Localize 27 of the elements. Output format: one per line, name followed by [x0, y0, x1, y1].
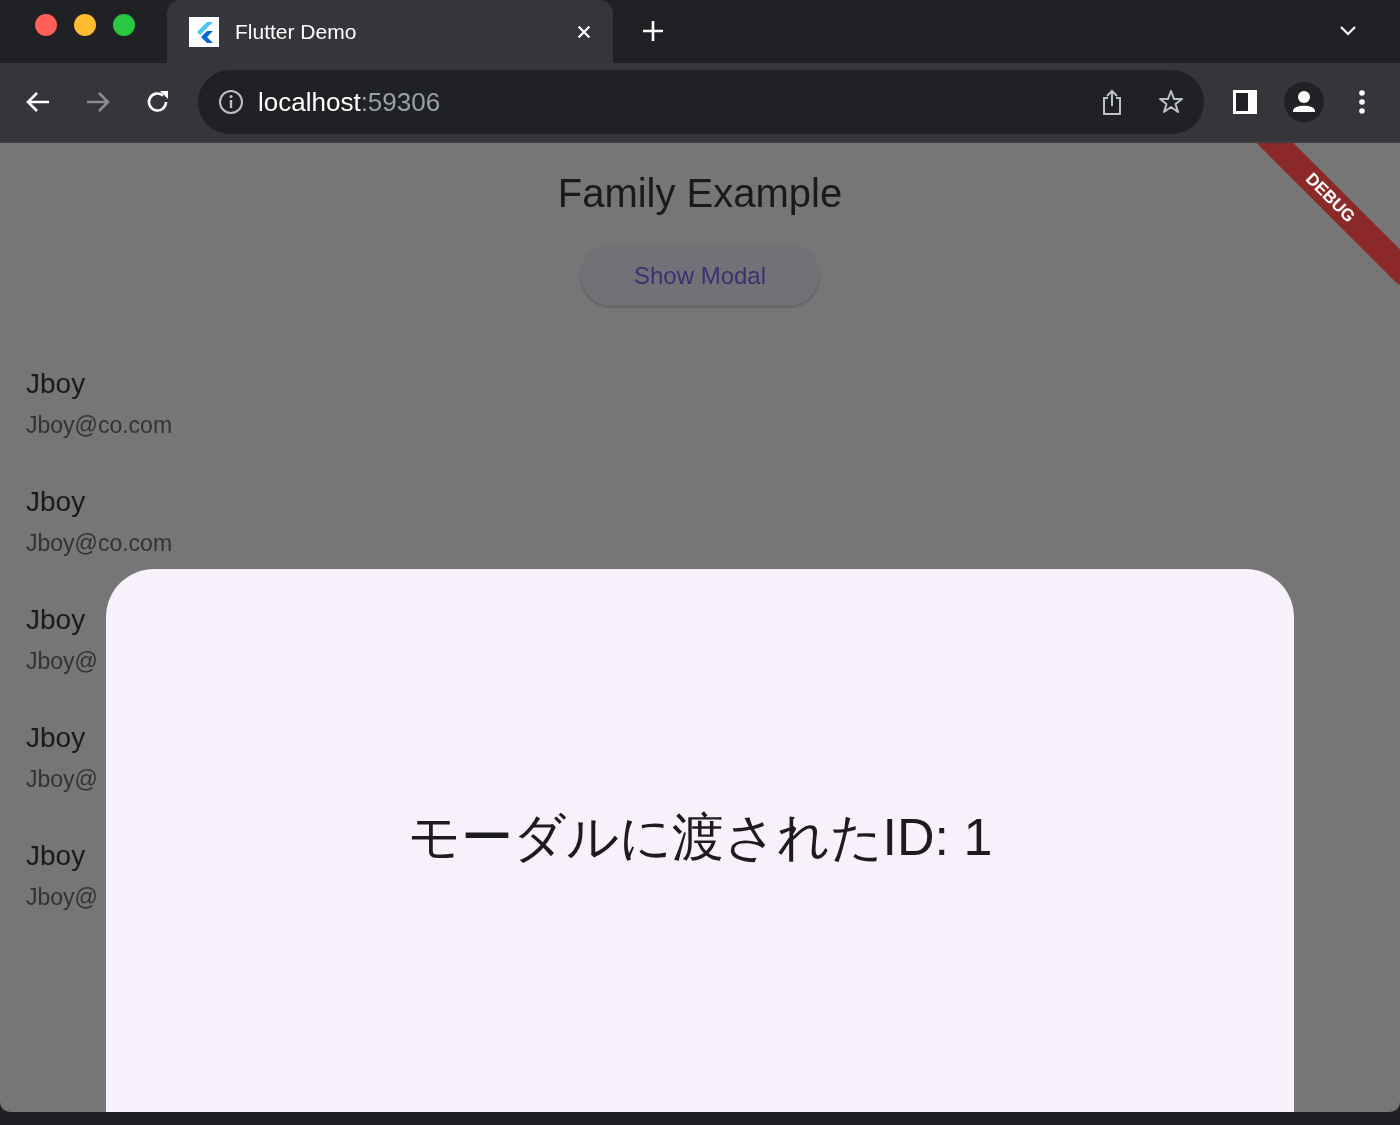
close-window-button[interactable] [35, 14, 57, 36]
modal-text: モーダルに渡されたID: 1 [407, 806, 993, 868]
new-tab-icon[interactable] [641, 19, 665, 43]
person-email: Jboy@ [26, 648, 98, 675]
person-name: Jboy [26, 368, 86, 400]
more-options-icon[interactable] [1358, 89, 1366, 115]
app-title: Family Example [557, 171, 843, 216]
url-text: localhost:59306 [258, 86, 441, 118]
browser-tab[interactable]: Flutter Demo [167, 0, 613, 63]
star-icon[interactable] [1158, 89, 1184, 115]
info-icon[interactable] [218, 89, 244, 115]
person-name: Jboy [26, 840, 86, 872]
person-email: Jboy@co.com [26, 412, 173, 439]
person-email: Jboy@co.com [26, 530, 173, 557]
side-panel-icon[interactable] [1232, 89, 1258, 115]
profile-icon[interactable] [1284, 82, 1324, 122]
person-email: Jboy@ [26, 884, 98, 911]
person-name: Jboy [26, 486, 86, 518]
person-email: Jboy@ [26, 766, 98, 793]
maximize-window-button[interactable] [113, 14, 135, 36]
flutter-logo-icon [189, 16, 219, 47]
person-name: Jboy [26, 604, 86, 636]
share-icon[interactable] [1100, 88, 1124, 116]
person-name: Jboy [26, 722, 86, 754]
address-bar[interactable]: localhost:59306 [198, 70, 1204, 134]
minimize-window-button[interactable] [74, 14, 96, 36]
tab-title: Flutter Demo [235, 19, 358, 44]
